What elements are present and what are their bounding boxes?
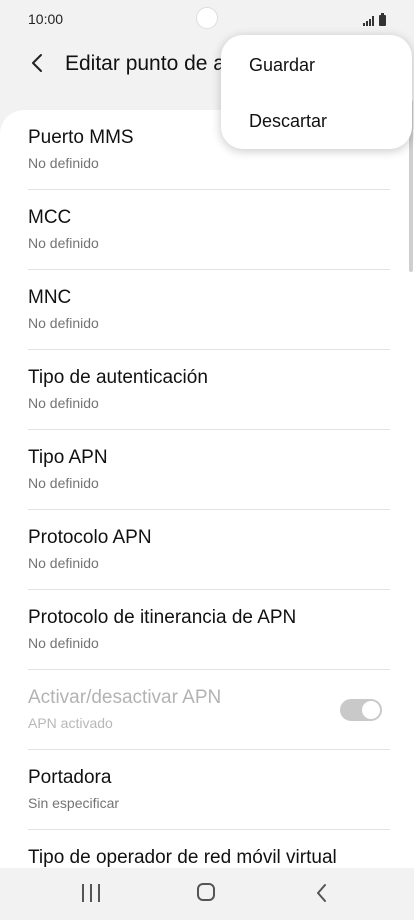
recents-icon[interactable]: [82, 884, 100, 902]
item-value: No definido: [28, 635, 99, 651]
menu-item-descartar[interactable]: Descartar: [221, 97, 412, 147]
list-item-portadora[interactable]: Portadora Sin especificar: [28, 750, 390, 830]
item-value: APN activado: [28, 715, 113, 731]
back-button[interactable]: [24, 50, 50, 76]
item-label: Tipo APN: [28, 447, 108, 468]
camera-cutout: [196, 7, 218, 29]
list-item-mnc[interactable]: MNC No definido: [28, 270, 390, 350]
settings-list: Puerto MMS No definido MCC No definido M…: [0, 110, 414, 870]
item-label: MNC: [28, 287, 72, 308]
item-value: No definido: [28, 555, 99, 571]
list-item-tipo-autenticacion[interactable]: Tipo de autenticación No definido: [28, 350, 390, 430]
list-item-mcc[interactable]: MCC No definido: [28, 190, 390, 270]
status-icons: [363, 12, 386, 26]
item-value: No definido: [28, 235, 99, 251]
back-icon[interactable]: [312, 882, 332, 904]
list-item-activar-apn: Activar/desactivar APN APN activado: [28, 670, 390, 750]
item-value: Sin especificar: [28, 795, 120, 811]
menu-item-label: Guardar: [249, 55, 316, 75]
item-value: No definido: [28, 395, 99, 411]
item-value: No definido: [28, 155, 99, 171]
navigation-bar: [0, 868, 414, 920]
item-label: Protocolo de itinerancia de APN: [28, 607, 297, 628]
status-time: 10:00: [28, 11, 64, 27]
list-item-protocolo-apn[interactable]: Protocolo APN No definido: [28, 510, 390, 590]
item-value: No definido: [28, 475, 99, 491]
status-bar: 10:00: [0, 0, 414, 40]
menu-item-guardar[interactable]: Guardar: [221, 41, 412, 91]
list-item-tipo-apn[interactable]: Tipo APN No definido: [28, 430, 390, 510]
chevron-left-icon: [32, 54, 42, 72]
apn-toggle: [340, 699, 382, 721]
overflow-menu: Guardar Descartar: [221, 35, 412, 149]
battery-icon: [379, 13, 386, 26]
item-label: Activar/desactivar APN: [28, 687, 222, 708]
list-item-protocolo-itinerancia[interactable]: Protocolo de itinerancia de APN No defin…: [28, 590, 390, 670]
item-label: MCC: [28, 207, 72, 228]
item-label: Tipo de operador de red móvil virtual: [28, 847, 337, 868]
menu-item-label: Descartar: [249, 111, 328, 131]
home-icon[interactable]: [197, 883, 215, 901]
item-label: Tipo de autenticación: [28, 367, 208, 388]
item-label: Portadora: [28, 767, 112, 788]
signal-icon: [363, 16, 374, 26]
toggle-knob: [361, 700, 381, 720]
list-item-tipo-operador-mvno[interactable]: Tipo de operador de red móvil virtual: [28, 830, 390, 870]
item-value: No definido: [28, 315, 99, 331]
item-label: Puerto MMS: [28, 127, 134, 148]
item-label: Protocolo APN: [28, 527, 152, 548]
